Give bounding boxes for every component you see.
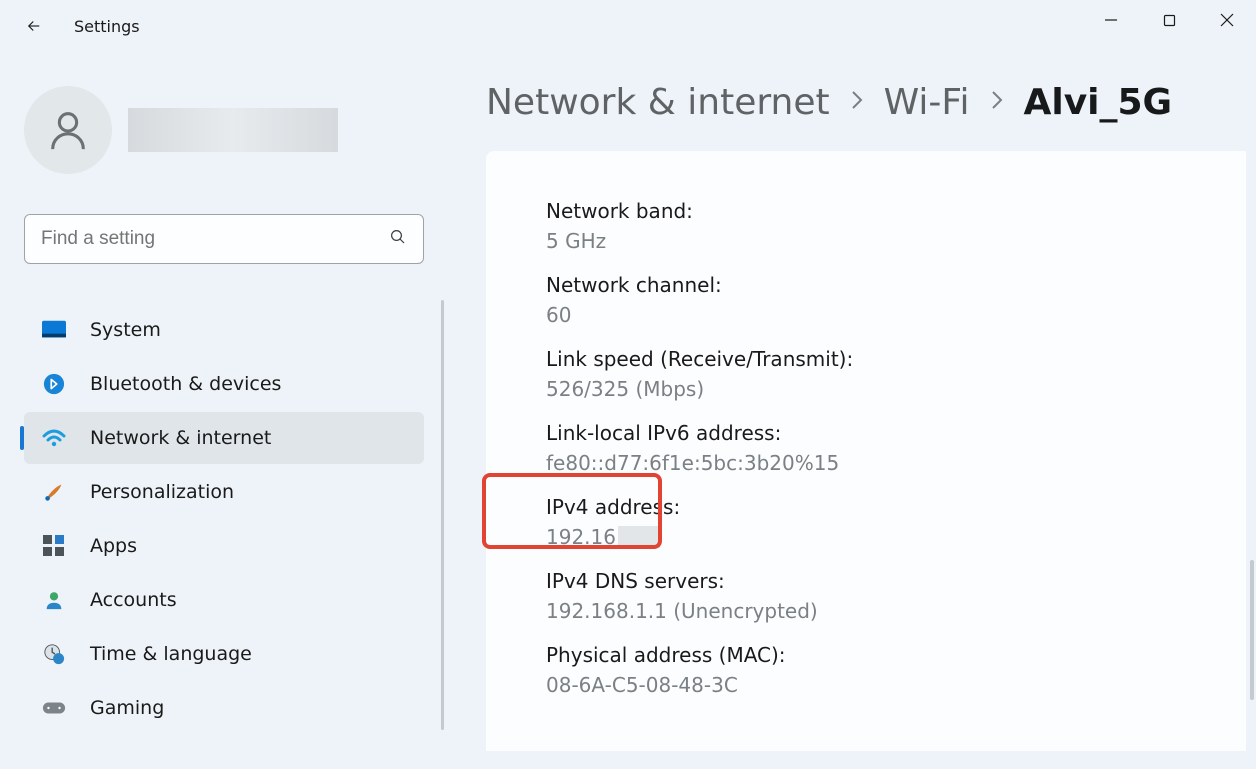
- ipv4-address-value: 192.16: [546, 525, 616, 549]
- ipv6-local-label: Link-local IPv6 address:: [546, 421, 1186, 445]
- mac-value: 08-6A-C5-08-48-3C: [546, 673, 1186, 697]
- sidebar-item-label: Network & internet: [90, 427, 271, 449]
- ipv4-address-label: IPv4 address:: [546, 495, 1186, 519]
- sidebar-item-label: Apps: [90, 535, 137, 557]
- sidebar-item-network[interactable]: Network & internet: [24, 412, 424, 464]
- close-button[interactable]: [1198, 0, 1256, 40]
- system-icon: [42, 318, 66, 342]
- wifi-icon: [42, 426, 66, 450]
- sidebar-item-label: Personalization: [90, 481, 234, 503]
- ipv4-address-value-row: 192.16: [546, 525, 1186, 549]
- titlebar: Settings: [0, 0, 1256, 52]
- sidebar-item-time-language[interactable]: Time & language: [24, 628, 424, 680]
- ipv6-local-value: fe80::d77:6f1e:5bc:3b20%15: [546, 451, 1186, 475]
- breadcrumb-current: Alvi_5G: [1024, 82, 1173, 123]
- sidebar-item-apps[interactable]: Apps: [24, 520, 424, 572]
- accounts-icon: [42, 588, 66, 612]
- breadcrumb: Network & internet Wi-Fi Alvi_5G: [486, 82, 1246, 123]
- avatar[interactable]: [24, 86, 112, 174]
- link-speed-value: 526/325 (Mbps): [546, 377, 1186, 401]
- ipv4-redacted-portion: [618, 526, 660, 548]
- search-icon: [389, 228, 407, 250]
- apps-icon: [42, 534, 66, 558]
- sidebar-item-system[interactable]: System: [24, 304, 424, 356]
- bluetooth-icon: [42, 372, 66, 396]
- ipv4-dns-label: IPv4 DNS servers:: [546, 569, 1186, 593]
- clock-globe-icon: [42, 642, 66, 666]
- window-controls: [1082, 0, 1256, 40]
- search-input[interactable]: [41, 228, 389, 250]
- main-panel: Network & internet Wi-Fi Alvi_5G Network…: [430, 60, 1256, 769]
- network-channel-value: 60: [546, 303, 1186, 327]
- back-button[interactable]: [14, 6, 54, 46]
- properties-panel: Network band: 5 GHz Network channel: 60 …: [486, 151, 1246, 751]
- sidebar-item-gaming[interactable]: Gaming: [24, 682, 424, 734]
- network-channel-label: Network channel:: [546, 273, 1186, 297]
- sidebar-item-label: System: [90, 319, 161, 341]
- sidebar-item-label: Accounts: [90, 589, 177, 611]
- sidebar-item-accounts[interactable]: Accounts: [24, 574, 424, 626]
- sidebar-item-personalization[interactable]: Personalization: [24, 466, 424, 518]
- breadcrumb-network[interactable]: Network & internet: [486, 82, 830, 123]
- mac-label: Physical address (MAC):: [546, 643, 1186, 667]
- gamepad-icon: [42, 696, 66, 720]
- network-band-label: Network band:: [546, 199, 1186, 223]
- brush-icon: [42, 480, 66, 504]
- ipv4-dns-value: 192.168.1.1 (Unencrypted): [546, 599, 1186, 623]
- main-scrollbar[interactable]: [1250, 560, 1254, 700]
- chevron-right-icon: [990, 89, 1004, 117]
- chevron-right-icon: [850, 89, 864, 117]
- maximize-button[interactable]: [1140, 0, 1198, 40]
- breadcrumb-wifi[interactable]: Wi-Fi: [884, 82, 970, 123]
- sidebar-item-label: Gaming: [90, 697, 164, 719]
- search-box[interactable]: [24, 214, 424, 264]
- sidebar-item-bluetooth[interactable]: Bluetooth & devices: [24, 358, 424, 410]
- sidebar: System Bluetooth & devices Network & int…: [0, 60, 430, 769]
- link-speed-label: Link speed (Receive/Transmit):: [546, 347, 1186, 371]
- minimize-button[interactable]: [1082, 0, 1140, 40]
- app-title: Settings: [74, 17, 140, 36]
- nav-list: System Bluetooth & devices Network & int…: [24, 304, 406, 734]
- sidebar-item-label: Time & language: [90, 643, 252, 665]
- network-band-value: 5 GHz: [546, 229, 1186, 253]
- user-name-redacted: [128, 108, 338, 152]
- sidebar-item-label: Bluetooth & devices: [90, 373, 281, 395]
